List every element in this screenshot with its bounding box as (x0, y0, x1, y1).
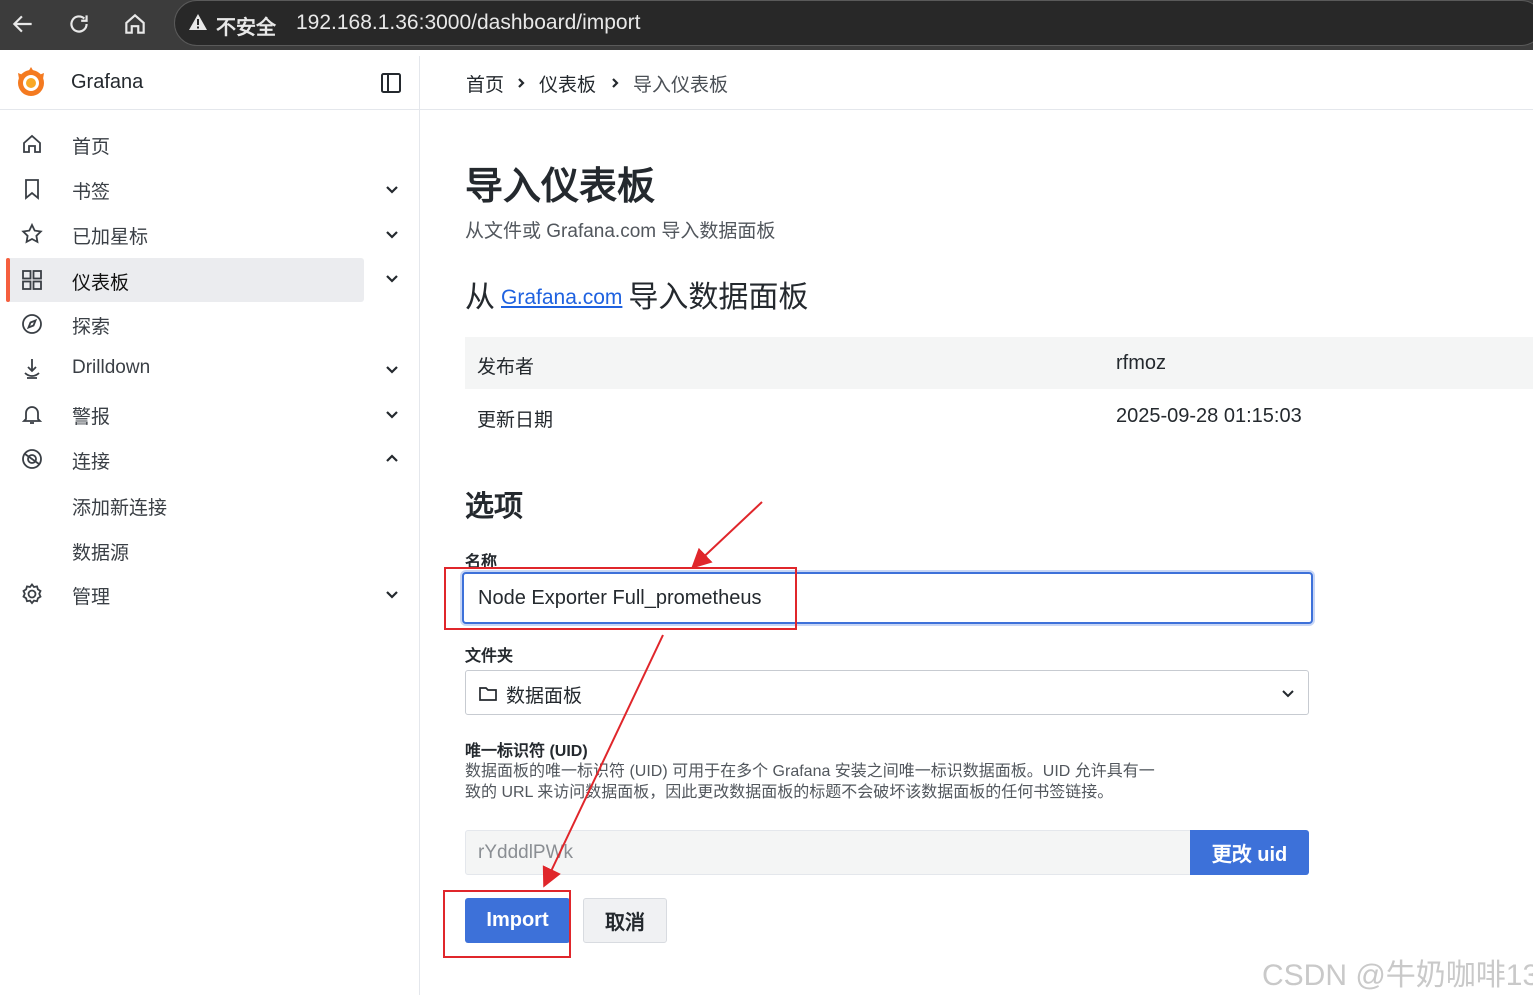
sidebar-item-label: 书签 (72, 182, 111, 203)
folder-icon (478, 683, 498, 703)
sidebar-item-label: 警报 (72, 407, 111, 428)
sidebar: Grafana 首页 书签 已加星标 仪表板 探索 Drilldown 警报 连… (0, 56, 420, 995)
sidebar-item-explore[interactable]: 探索 (0, 302, 420, 346)
publisher-value: rfmoz (1116, 352, 1166, 374)
breadcrumb-dashboards[interactable]: 仪表板 (539, 70, 596, 97)
uid-description: 数据面板的唯一标识符 (UID) 可用于在多个 Grafana 安装之间唯一标识… (465, 763, 1155, 801)
chevron-up-icon[interactable] (384, 451, 400, 467)
folder-select[interactable]: 数据面板 (465, 670, 1309, 715)
chevron-down-icon[interactable] (384, 270, 400, 286)
active-item-indicator (6, 258, 10, 302)
breadcrumb-home[interactable]: 首页 (466, 70, 504, 97)
chevron-down-icon[interactable] (384, 406, 400, 422)
sidebar-item-label: Drilldown (72, 357, 151, 378)
change-uid-button[interactable]: 更改 uid (1190, 830, 1309, 875)
home-browser-icon[interactable] (117, 6, 153, 42)
sidebar-item-dashboards[interactable]: 仪表板 (0, 258, 420, 302)
breadcrumb: 首页 仪表板 导入仪表板 (420, 56, 1533, 110)
sidebar-item-drilldown[interactable]: Drilldown (0, 347, 420, 391)
info-row-publisher: 发布者 rfmoz (465, 337, 1533, 389)
chevron-down-icon[interactable] (384, 586, 400, 602)
uid-input: rYdddlPWk (465, 830, 1191, 875)
bookmark-icon (20, 177, 44, 201)
section-suffix: 导入数据面板 (628, 281, 809, 314)
uid-label: 唯一标识符 (UID) (465, 743, 588, 760)
sidebar-item-label: 连接 (72, 452, 111, 473)
breadcrumb-current: 导入仪表板 (633, 75, 729, 96)
bell-icon (20, 402, 44, 426)
home-icon (20, 132, 44, 156)
updated-value: 2025-09-28 01:15:03 (1116, 405, 1302, 427)
chevron-down-icon[interactable] (384, 181, 400, 197)
chevron-down-icon (1280, 685, 1296, 701)
watermark: CSDN @牛奶咖啡13 (1262, 959, 1533, 992)
dashboards-grid-icon (20, 268, 44, 292)
section-prefix: 从 (465, 281, 495, 314)
page-title: 导入仪表板 (465, 166, 656, 208)
brand-name: Grafana (71, 71, 144, 93)
reload-icon[interactable] (61, 6, 97, 42)
updated-label: 更新日期 (477, 410, 554, 431)
annotation-box-import (443, 890, 571, 958)
sidebar-item-label: 探索 (72, 317, 111, 338)
annotation-arrow-name (691, 501, 763, 569)
publisher-label: 发布者 (477, 357, 535, 378)
back-arrow-icon[interactable] (5, 6, 41, 42)
security-label[interactable]: 不安全 (216, 11, 276, 40)
sidebar-item-bookmarks[interactable]: 书签 (0, 167, 420, 211)
chevron-right-icon (515, 76, 527, 88)
url-text[interactable]: 192.168.1.36:3000/dashboard/import (296, 11, 640, 35)
sidebar-item-administration[interactable]: 管理 (0, 572, 420, 616)
chevron-down-icon[interactable] (384, 226, 400, 242)
grafana-com-link[interactable]: Grafana.com (501, 286, 622, 309)
drilldown-icon (20, 357, 44, 381)
grafana-logo-icon[interactable] (14, 65, 48, 99)
sidebar-item-label: 首页 (72, 137, 111, 158)
sidebar-item-label: 仪表板 (72, 273, 130, 294)
annotation-box-name (444, 567, 797, 630)
folder-label: 文件夹 (465, 648, 514, 665)
sidebar-item-alerting[interactable]: 警报 (0, 392, 420, 436)
browser-toolbar: 不安全 192.168.1.36:3000/dashboard/import (0, 0, 1533, 50)
sidebar-item-connections[interactable]: 连接 (0, 437, 420, 481)
sidebar-header: Grafana (0, 56, 420, 110)
chevron-right-icon (609, 76, 621, 88)
uid-input-value: rYdddlPWk (478, 842, 574, 863)
compass-icon (20, 312, 44, 336)
info-row-updated: 更新日期 2025-09-28 01:15:03 (465, 390, 1533, 442)
gear-icon (20, 582, 44, 606)
cancel-button[interactable]: 取消 (583, 898, 667, 943)
sidebar-item-label: 已加星标 (72, 227, 149, 248)
chevron-down-icon[interactable] (384, 361, 400, 377)
import-from-grafana-heading: 从 Grafana.com 导入数据面板 (465, 272, 808, 316)
sidebar-item-label: 管理 (72, 587, 111, 608)
sidebar-item-starred[interactable]: 已加星标 (0, 212, 420, 256)
sidebar-subitem-add-connection[interactable]: 添加新连接 (72, 493, 167, 520)
folder-select-value: 数据面板 (506, 686, 583, 707)
dock-menu-icon[interactable] (380, 72, 402, 94)
star-icon (20, 222, 44, 246)
warning-icon[interactable] (188, 12, 208, 32)
sidebar-subitem-data-sources[interactable]: 数据源 (72, 538, 129, 565)
sidebar-item-home[interactable]: 首页 (0, 122, 420, 166)
page-subtitle: 从文件或 Grafana.com 导入数据面板 (465, 221, 776, 242)
active-item-background (6, 258, 364, 302)
options-heading: 选项 (465, 491, 524, 523)
connections-icon (20, 447, 44, 471)
